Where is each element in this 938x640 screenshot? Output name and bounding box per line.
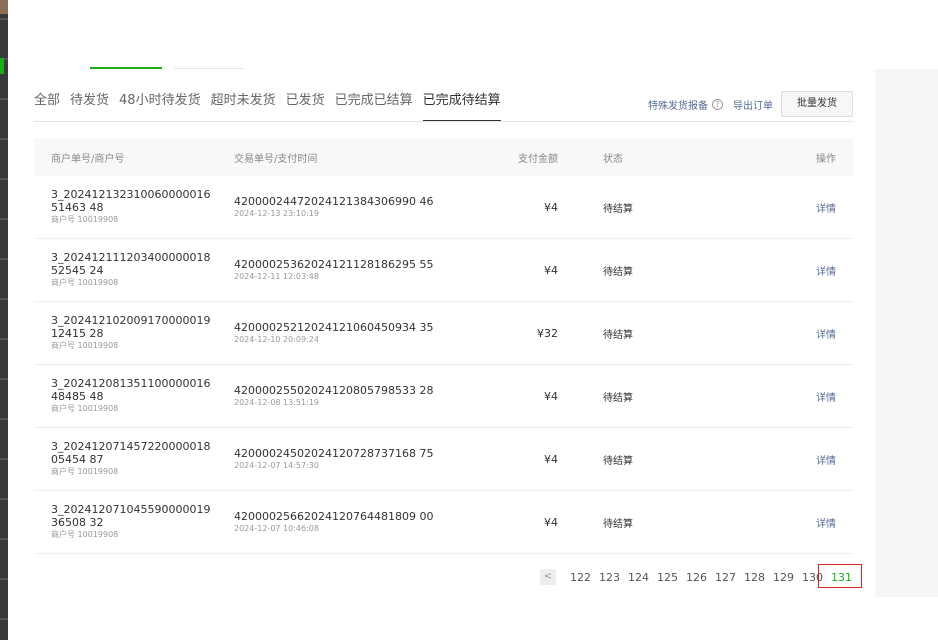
transaction-cell: 42000024472024121384306990 46 2024-12-13… bbox=[234, 195, 433, 220]
orders-table: 商户单号/商户号 交易单号/支付时间 支付金额 状态 操作 3_20241213… bbox=[34, 138, 853, 554]
amount: ¥4 bbox=[544, 200, 558, 214]
order-cell: 3_20241207104559000001936508 32 商户号 1001… bbox=[51, 503, 211, 541]
header-amount: 支付金额 bbox=[518, 153, 558, 165]
table-row: 3_20241208135110000001648485 48 商户号 1001… bbox=[34, 365, 853, 428]
page-link[interactable]: 127 bbox=[715, 571, 736, 584]
order-number: 3_20241208135110000001648485 48 bbox=[51, 377, 211, 403]
left-rail-chip bbox=[0, 0, 8, 14]
status: 待结算 bbox=[603, 266, 633, 278]
merchant-id: 商户号 10019908 bbox=[51, 404, 119, 413]
amount: ¥4 bbox=[544, 515, 558, 529]
tab-48h-to-ship[interactable]: 48小时待发货 bbox=[119, 90, 201, 122]
right-side-panel bbox=[875, 69, 938, 597]
payment-time: 2024-12-11 12:03:48 bbox=[234, 271, 319, 281]
status: 待结算 bbox=[603, 518, 633, 530]
header-status: 状态 bbox=[603, 153, 623, 165]
batch-ship-button[interactable]: 批量发货 bbox=[781, 91, 853, 117]
transaction-number: 42000025662024120764481809 00 bbox=[234, 509, 434, 523]
page-link[interactable]: 122 bbox=[570, 571, 591, 584]
order-cell: 3_20241208135110000001648485 48 商户号 1001… bbox=[51, 377, 211, 415]
tabs-divider bbox=[34, 121, 853, 122]
transaction-number: 42000024472024121384306990 46 bbox=[234, 194, 434, 208]
transaction-cell: 42000025362024121128186295 55 2024-12-11… bbox=[234, 258, 433, 283]
page-link[interactable]: 123 bbox=[599, 571, 620, 584]
order-number: 3_20241211120340000001852545 24 bbox=[51, 251, 211, 277]
detail-link[interactable]: 详情 bbox=[816, 263, 836, 278]
status: 待结算 bbox=[603, 392, 633, 404]
tab-completed-pending[interactable]: 已完成待结算 bbox=[422, 90, 501, 122]
status: 待结算 bbox=[603, 203, 633, 215]
page-link[interactable]: 129 bbox=[773, 571, 794, 584]
table-row: 3_20241211120340000001852545 24 商户号 1001… bbox=[34, 239, 853, 302]
page-link[interactable]: 128 bbox=[744, 571, 765, 584]
special-shipping-report-link[interactable]: 特殊发货报备 bbox=[648, 97, 708, 112]
detail-link[interactable]: 详情 bbox=[816, 389, 836, 404]
transaction-cell: 42000025502024120805798533 28 2024-12-08… bbox=[234, 384, 433, 409]
table-header: 商户单号/商户号 交易单号/支付时间 支付金额 状态 操作 bbox=[34, 138, 853, 176]
header-order: 商户单号/商户号 bbox=[51, 153, 125, 165]
header-transaction: 交易单号/支付时间 bbox=[234, 153, 318, 165]
merchant-id: 商户号 10019908 bbox=[51, 341, 119, 350]
transaction-number: 42000024502024120728737168 75 bbox=[234, 446, 434, 460]
payment-time: 2024-12-07 14:57:30 bbox=[234, 460, 319, 470]
order-cell: 3_20241211120340000001852545 24 商户号 1001… bbox=[51, 251, 211, 289]
order-number: 3_20241207145722000001805454 87 bbox=[51, 440, 211, 466]
page-link[interactable]: 125 bbox=[657, 571, 678, 584]
payment-time: 2024-12-08 13:51:19 bbox=[234, 397, 319, 407]
transaction-cell: 42000024502024120728737168 75 2024-12-07… bbox=[234, 447, 433, 472]
pagination: < 122 123 124 125 126 127 128 129 130 13… bbox=[540, 566, 856, 588]
detail-link[interactable]: 详情 bbox=[816, 515, 836, 530]
tab-completed-settled[interactable]: 已完成已结算 bbox=[335, 90, 413, 122]
order-cell: 3_20241210200917000001912415 28 商户号 1001… bbox=[51, 314, 211, 352]
status: 待结算 bbox=[603, 329, 633, 341]
page-link[interactable]: 126 bbox=[686, 571, 707, 584]
prev-page-button[interactable]: < bbox=[540, 569, 556, 585]
payment-time: 2024-12-07 10:46:08 bbox=[234, 523, 319, 533]
transaction-number: 42000025502024120805798533 28 bbox=[234, 383, 434, 397]
top-tab-divider bbox=[174, 68, 244, 69]
left-rail-active-mark bbox=[0, 58, 4, 74]
amount: ¥4 bbox=[544, 389, 558, 403]
tab-all[interactable]: 全部 bbox=[34, 90, 60, 122]
merchant-id: 商户号 10019908 bbox=[51, 215, 119, 224]
help-icon[interactable]: ? bbox=[712, 98, 723, 110]
order-cell: 3_20241213231006000001651463 48 商户号 1001… bbox=[51, 188, 211, 226]
merchant-id: 商户号 10019908 bbox=[51, 530, 119, 539]
page-link[interactable]: 124 bbox=[628, 571, 649, 584]
merchant-id: 商户号 10019908 bbox=[51, 278, 119, 287]
current-page-highlight bbox=[818, 564, 862, 588]
order-number: 3_20241213231006000001651463 48 bbox=[51, 188, 211, 214]
toolbar-actions: 特殊发货报备 ? 导出订单 bbox=[648, 91, 773, 117]
transaction-cell: 42000025662024120764481809 00 2024-12-07… bbox=[234, 510, 433, 535]
amount: ¥32 bbox=[537, 326, 558, 340]
payment-time: 2024-12-13 23:10:19 bbox=[234, 208, 319, 218]
order-number: 3_20241207104559000001936508 32 bbox=[51, 503, 211, 529]
header-action: 操作 bbox=[816, 153, 836, 165]
table-row: 3_20241207145722000001805454 87 商户号 1001… bbox=[34, 428, 853, 491]
left-rail bbox=[0, 0, 8, 640]
tab-overdue[interactable]: 超时未发货 bbox=[211, 90, 276, 122]
left-rail-marks bbox=[0, 0, 8, 640]
order-status-tabs: 全部 待发货 48小时待发货 超时未发货 已发货 已完成已结算 已完成待结算 bbox=[34, 90, 511, 122]
transaction-number: 42000025362024121128186295 55 bbox=[234, 257, 434, 271]
payment-time: 2024-12-10 20:09:24 bbox=[234, 334, 319, 344]
export-orders-link[interactable]: 导出订单 bbox=[733, 97, 773, 112]
detail-link[interactable]: 详情 bbox=[816, 200, 836, 215]
merchant-id: 商户号 10019908 bbox=[51, 467, 119, 476]
status: 待结算 bbox=[603, 455, 633, 467]
transaction-cell: 42000025212024121060450934 35 2024-12-10… bbox=[234, 321, 433, 346]
tab-shipped[interactable]: 已发货 bbox=[286, 90, 325, 122]
table-row: 3_20241213231006000001651463 48 商户号 1001… bbox=[34, 176, 853, 239]
transaction-number: 42000025212024121060450934 35 bbox=[234, 320, 434, 334]
table-row: 3_20241207104559000001936508 32 商户号 1001… bbox=[34, 491, 853, 554]
amount: ¥4 bbox=[544, 263, 558, 277]
top-tab-indicator bbox=[90, 67, 162, 69]
order-cell: 3_20241207145722000001805454 87 商户号 1001… bbox=[51, 440, 211, 478]
order-number: 3_20241210200917000001912415 28 bbox=[51, 314, 211, 340]
table-row: 3_20241210200917000001912415 28 商户号 1001… bbox=[34, 302, 853, 365]
amount: ¥4 bbox=[544, 452, 558, 466]
tab-to-ship[interactable]: 待发货 bbox=[70, 90, 109, 122]
detail-link[interactable]: 详情 bbox=[816, 452, 836, 467]
detail-link[interactable]: 详情 bbox=[816, 326, 836, 341]
